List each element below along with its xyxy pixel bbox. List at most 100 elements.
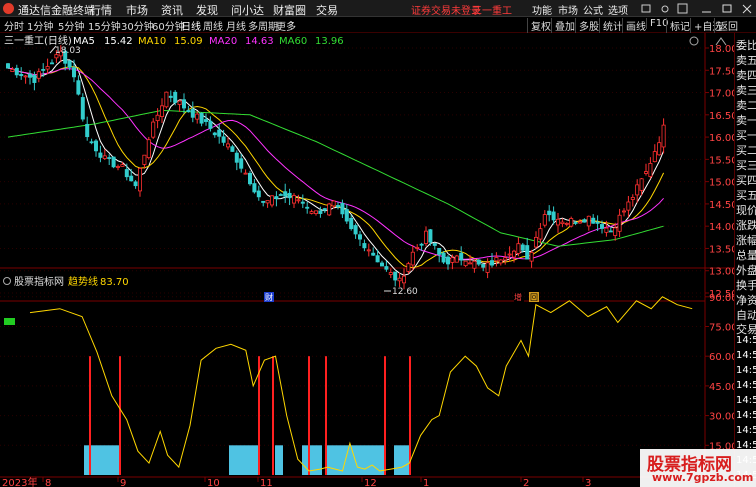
candle-up[interactable]: [410, 251, 415, 266]
menu-discover[interactable]: 发现: [196, 2, 218, 18]
candle-up[interactable]: [472, 260, 477, 269]
period-1min[interactable]: 1分钟: [27, 18, 53, 33]
candle-down[interactable]: [111, 156, 116, 168]
menu-formula[interactable]: 公式: [583, 2, 603, 17]
candle-down[interactable]: [94, 140, 99, 152]
candle-down[interactable]: [459, 252, 464, 261]
candle-up[interactable]: [137, 167, 142, 192]
candle-down[interactable]: [199, 112, 204, 124]
candle-down[interactable]: [551, 211, 556, 221]
candle-up[interactable]: [556, 218, 561, 226]
candle-down[interactable]: [353, 225, 358, 235]
candle-up[interactable]: [423, 230, 428, 244]
candle-up[interactable]: [401, 275, 406, 284]
candle-up[interactable]: [177, 100, 182, 105]
candle-down[interactable]: [357, 234, 362, 240]
tool-multi-stock[interactable]: 多股: [575, 18, 599, 33]
period-60min[interactable]: 60分钟: [152, 18, 185, 33]
candle-up[interactable]: [644, 171, 649, 174]
candle-up[interactable]: [652, 151, 657, 163]
candle-up[interactable]: [485, 262, 490, 273]
candle-down[interactable]: [274, 196, 279, 200]
candle-up[interactable]: [23, 75, 28, 78]
candle-up[interactable]: [331, 200, 336, 207]
candle-up[interactable]: [613, 227, 618, 236]
period-daily[interactable]: 日线: [181, 18, 201, 33]
candle-down[interactable]: [278, 194, 283, 196]
candle-down[interactable]: [335, 205, 340, 208]
candle-down[interactable]: [525, 245, 530, 260]
menu-trade[interactable]: 交易: [316, 2, 338, 18]
help-icon[interactable]: [677, 3, 688, 14]
candle-up[interactable]: [366, 249, 371, 252]
candle-down[interactable]: [591, 217, 596, 224]
candle-up[interactable]: [120, 164, 125, 167]
period-15min[interactable]: 15分钟: [88, 18, 121, 33]
candle-down[interactable]: [261, 200, 266, 203]
candle-up[interactable]: [622, 210, 627, 213]
candle-down[interactable]: [221, 136, 226, 143]
candle-up[interactable]: [36, 71, 41, 79]
period-30min[interactable]: 30分钟: [121, 18, 154, 33]
tool-overlay[interactable]: 叠加: [551, 18, 575, 33]
candle-up[interactable]: [463, 260, 468, 267]
menu-function[interactable]: 功能: [532, 2, 552, 17]
candle-down[interactable]: [283, 191, 288, 197]
candle-up[interactable]: [586, 215, 591, 227]
candle-up[interactable]: [291, 195, 296, 204]
candle-up[interactable]: [635, 184, 640, 196]
candle-down[interactable]: [239, 158, 244, 169]
candle-down[interactable]: [173, 91, 178, 103]
signal-zone-bar[interactable]: [394, 445, 410, 475]
candle-up[interactable]: [494, 257, 499, 262]
candle-up[interactable]: [159, 105, 164, 117]
candle-down[interactable]: [595, 221, 600, 224]
candle-down[interactable]: [27, 73, 32, 78]
candle-up[interactable]: [102, 155, 107, 159]
candle-up[interactable]: [657, 142, 662, 156]
candle-down[interactable]: [481, 264, 486, 268]
candle-up[interactable]: [648, 163, 653, 177]
candle-up[interactable]: [155, 114, 160, 122]
candle-up[interactable]: [327, 203, 332, 216]
event-marker-fin[interactable]: 财: [265, 292, 273, 302]
candle-down[interactable]: [419, 243, 424, 246]
candle-down[interactable]: [349, 217, 354, 230]
candle-down[interactable]: [371, 252, 376, 256]
menu-wealth[interactable]: 财富圈: [273, 2, 306, 18]
menu-news[interactable]: 资讯: [161, 2, 183, 18]
menu-market[interactable]: 市场: [126, 2, 148, 18]
candle-up[interactable]: [269, 195, 274, 206]
candle-down[interactable]: [582, 219, 587, 223]
candle-down[interactable]: [85, 123, 90, 138]
signal-zone-bar[interactable]: [229, 445, 258, 475]
candle-down[interactable]: [50, 62, 55, 65]
candle-up[interactable]: [142, 154, 147, 165]
candle-down[interactable]: [441, 252, 446, 263]
candle-down[interactable]: [124, 169, 129, 178]
candle-up[interactable]: [309, 211, 314, 214]
candle-up[interactable]: [116, 166, 121, 168]
candle-up[interactable]: [529, 252, 534, 262]
candle-up[interactable]: [626, 201, 631, 211]
candle-up[interactable]: [195, 113, 200, 120]
candle-up[interactable]: [503, 257, 508, 261]
candle-down[interactable]: [32, 74, 37, 83]
candle-down[interactable]: [445, 256, 450, 265]
candle-down[interactable]: [80, 97, 85, 120]
candle-down[interactable]: [300, 201, 305, 204]
tool-stats[interactable]: 统计: [599, 18, 623, 33]
candle-down[interactable]: [489, 260, 494, 266]
period-5min[interactable]: 5分钟: [58, 18, 84, 33]
candle-down[interactable]: [129, 175, 134, 182]
kline-chart-area[interactable]: 18.00 17.50 17.00 16.50 16.00 15.50 15.00 14.50…: [0, 33, 734, 487]
candle-up[interactable]: [617, 214, 622, 232]
candle-up[interactable]: [146, 139, 151, 159]
signal-zone-bar[interactable]: [325, 445, 384, 475]
candle-up[interactable]: [388, 272, 393, 275]
chevron-right-icon[interactable]: ›: [290, 18, 294, 29]
menu-quotes[interactable]: 行情: [90, 2, 112, 18]
event-marker-buyback[interactable]: 回: [530, 293, 538, 302]
candle-down[interactable]: [287, 192, 292, 199]
candle-down[interactable]: [230, 146, 235, 152]
